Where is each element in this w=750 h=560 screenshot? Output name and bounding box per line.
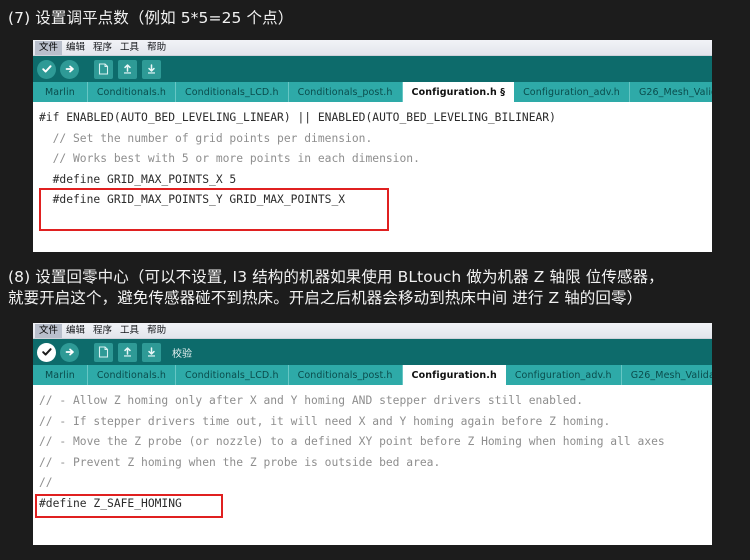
save-button[interactable] bbox=[142, 342, 161, 362]
menu-item-sketch[interactable]: 程序 bbox=[89, 324, 116, 338]
code-line: // - Prevent Z homing when the Z probe i… bbox=[39, 455, 441, 469]
upload-button[interactable] bbox=[60, 59, 79, 79]
menu-item-edit[interactable]: 编辑 bbox=[62, 324, 89, 338]
arrow-down-icon bbox=[146, 346, 157, 358]
code-editor-1[interactable]: #if ENABLED(AUTO_BED_LEVELING_LINEAR) ||… bbox=[33, 102, 712, 252]
tab-conditionals-lcd-h[interactable]: Conditionals_LCD.h bbox=[176, 82, 289, 102]
tab-g26-mesh-validation[interactable]: G26_Mesh_Validation_ bbox=[621, 365, 712, 385]
arrow-up-icon bbox=[122, 346, 133, 358]
code-line: #if ENABLED(AUTO_BED_LEVELING_LINEAR) ||… bbox=[39, 111, 556, 124]
code-editor-2[interactable]: // - Allow Z homing only after X and Y h… bbox=[33, 385, 712, 545]
tab-g26-mesh-validation[interactable]: G26_Mesh_Validation_ bbox=[629, 82, 712, 102]
check-icon bbox=[41, 346, 53, 358]
upload-button[interactable] bbox=[60, 342, 79, 362]
menu-item-tools[interactable]: 工具 bbox=[116, 41, 143, 55]
tab-conditionals-lcd-h[interactable]: Conditionals_LCD.h bbox=[176, 365, 289, 385]
arduino-ide-window-2: 文件 编辑 程序 工具 帮助 校验 Marlin Conditionals.h … bbox=[33, 323, 712, 545]
section-7-heading: (7) 设置调平点数（例如 5*5=25 个点） bbox=[8, 9, 294, 27]
verify-button[interactable] bbox=[37, 59, 56, 79]
toolbar-1 bbox=[33, 56, 712, 82]
code-line: // - Allow Z homing only after X and Y h… bbox=[39, 394, 584, 407]
tab-bar-2: Marlin Conditionals.h Conditionals_LCD.h… bbox=[33, 365, 712, 385]
menu-item-help[interactable]: 帮助 bbox=[143, 41, 170, 55]
code-line: #define GRID_MAX_POINTS_Y GRID_MAX_POINT… bbox=[39, 193, 346, 206]
tab-configuration-adv-h[interactable]: Configuration_adv.h bbox=[505, 365, 622, 385]
toolbar-tooltip-2: 校验 bbox=[172, 348, 192, 360]
page-root: (7) 设置调平点数（例如 5*5=25 个点） 文件 编辑 程序 工具 帮助 bbox=[0, 0, 750, 560]
code-line: #define GRID_MAX_POINTS_X 5 bbox=[39, 172, 237, 186]
arrow-down-icon bbox=[146, 63, 157, 75]
verify-button[interactable] bbox=[37, 342, 56, 362]
tab-marlin[interactable]: Marlin bbox=[33, 82, 88, 102]
tab-conditionals-h[interactable]: Conditionals.h bbox=[87, 82, 177, 102]
new-file-icon bbox=[98, 63, 109, 75]
open-button[interactable] bbox=[118, 342, 137, 362]
tab-bar-1: Marlin Conditionals.h Conditionals_LCD.h… bbox=[33, 82, 712, 102]
tab-marlin[interactable]: Marlin bbox=[33, 365, 88, 385]
menu-item-edit[interactable]: 编辑 bbox=[62, 41, 89, 55]
code-line: #define Z_SAFE_HOMING bbox=[39, 496, 182, 510]
code-line: // - Move the Z probe (or nozzle) to a d… bbox=[39, 435, 665, 448]
menu-item-file[interactable]: 文件 bbox=[35, 40, 63, 55]
code-line: // Works best with 5 or more points in e… bbox=[39, 152, 420, 165]
check-icon bbox=[41, 63, 53, 75]
arrow-up-icon bbox=[122, 63, 133, 75]
new-button[interactable] bbox=[94, 342, 113, 362]
menu-item-help[interactable]: 帮助 bbox=[143, 324, 170, 338]
menu-item-tools[interactable]: 工具 bbox=[116, 324, 143, 338]
new-button[interactable] bbox=[94, 59, 113, 79]
menu-item-sketch[interactable]: 程序 bbox=[89, 41, 116, 55]
arduino-ide-window-1: 文件 编辑 程序 工具 帮助 Marlin Conditionals.h Con… bbox=[33, 40, 712, 252]
arrow-right-icon bbox=[64, 346, 76, 358]
menu-bar-1: 文件 编辑 程序 工具 帮助 bbox=[33, 40, 712, 56]
tab-conditionals-post-h[interactable]: Conditionals_post.h bbox=[288, 365, 403, 385]
toolbar-2: 校验 bbox=[33, 339, 712, 365]
code-line: // Set the number of grid points per dim… bbox=[39, 131, 373, 145]
arrow-right-icon bbox=[64, 63, 76, 75]
open-button[interactable] bbox=[118, 59, 137, 79]
tab-configuration-adv-h[interactable]: Configuration_adv.h bbox=[514, 82, 630, 102]
tab-configuration-h[interactable]: Configuration.h § bbox=[402, 82, 515, 102]
code-line: // - If stepper drivers time out, it wil… bbox=[39, 414, 611, 428]
section-8-heading: (8) 设置回零中心（可以不设置, I3 结构的机器如果使用 BLtouch 做… bbox=[8, 268, 664, 307]
code-line: // bbox=[39, 476, 53, 489]
save-button[interactable] bbox=[142, 59, 161, 79]
new-file-icon bbox=[98, 346, 109, 358]
menu-item-file[interactable]: 文件 bbox=[35, 323, 63, 338]
tab-configuration-h[interactable]: Configuration.h bbox=[402, 365, 506, 385]
menu-bar-2: 文件 编辑 程序 工具 帮助 bbox=[33, 323, 712, 339]
tab-conditionals-post-h[interactable]: Conditionals_post.h bbox=[288, 82, 403, 102]
tab-conditionals-h[interactable]: Conditionals.h bbox=[87, 365, 177, 385]
